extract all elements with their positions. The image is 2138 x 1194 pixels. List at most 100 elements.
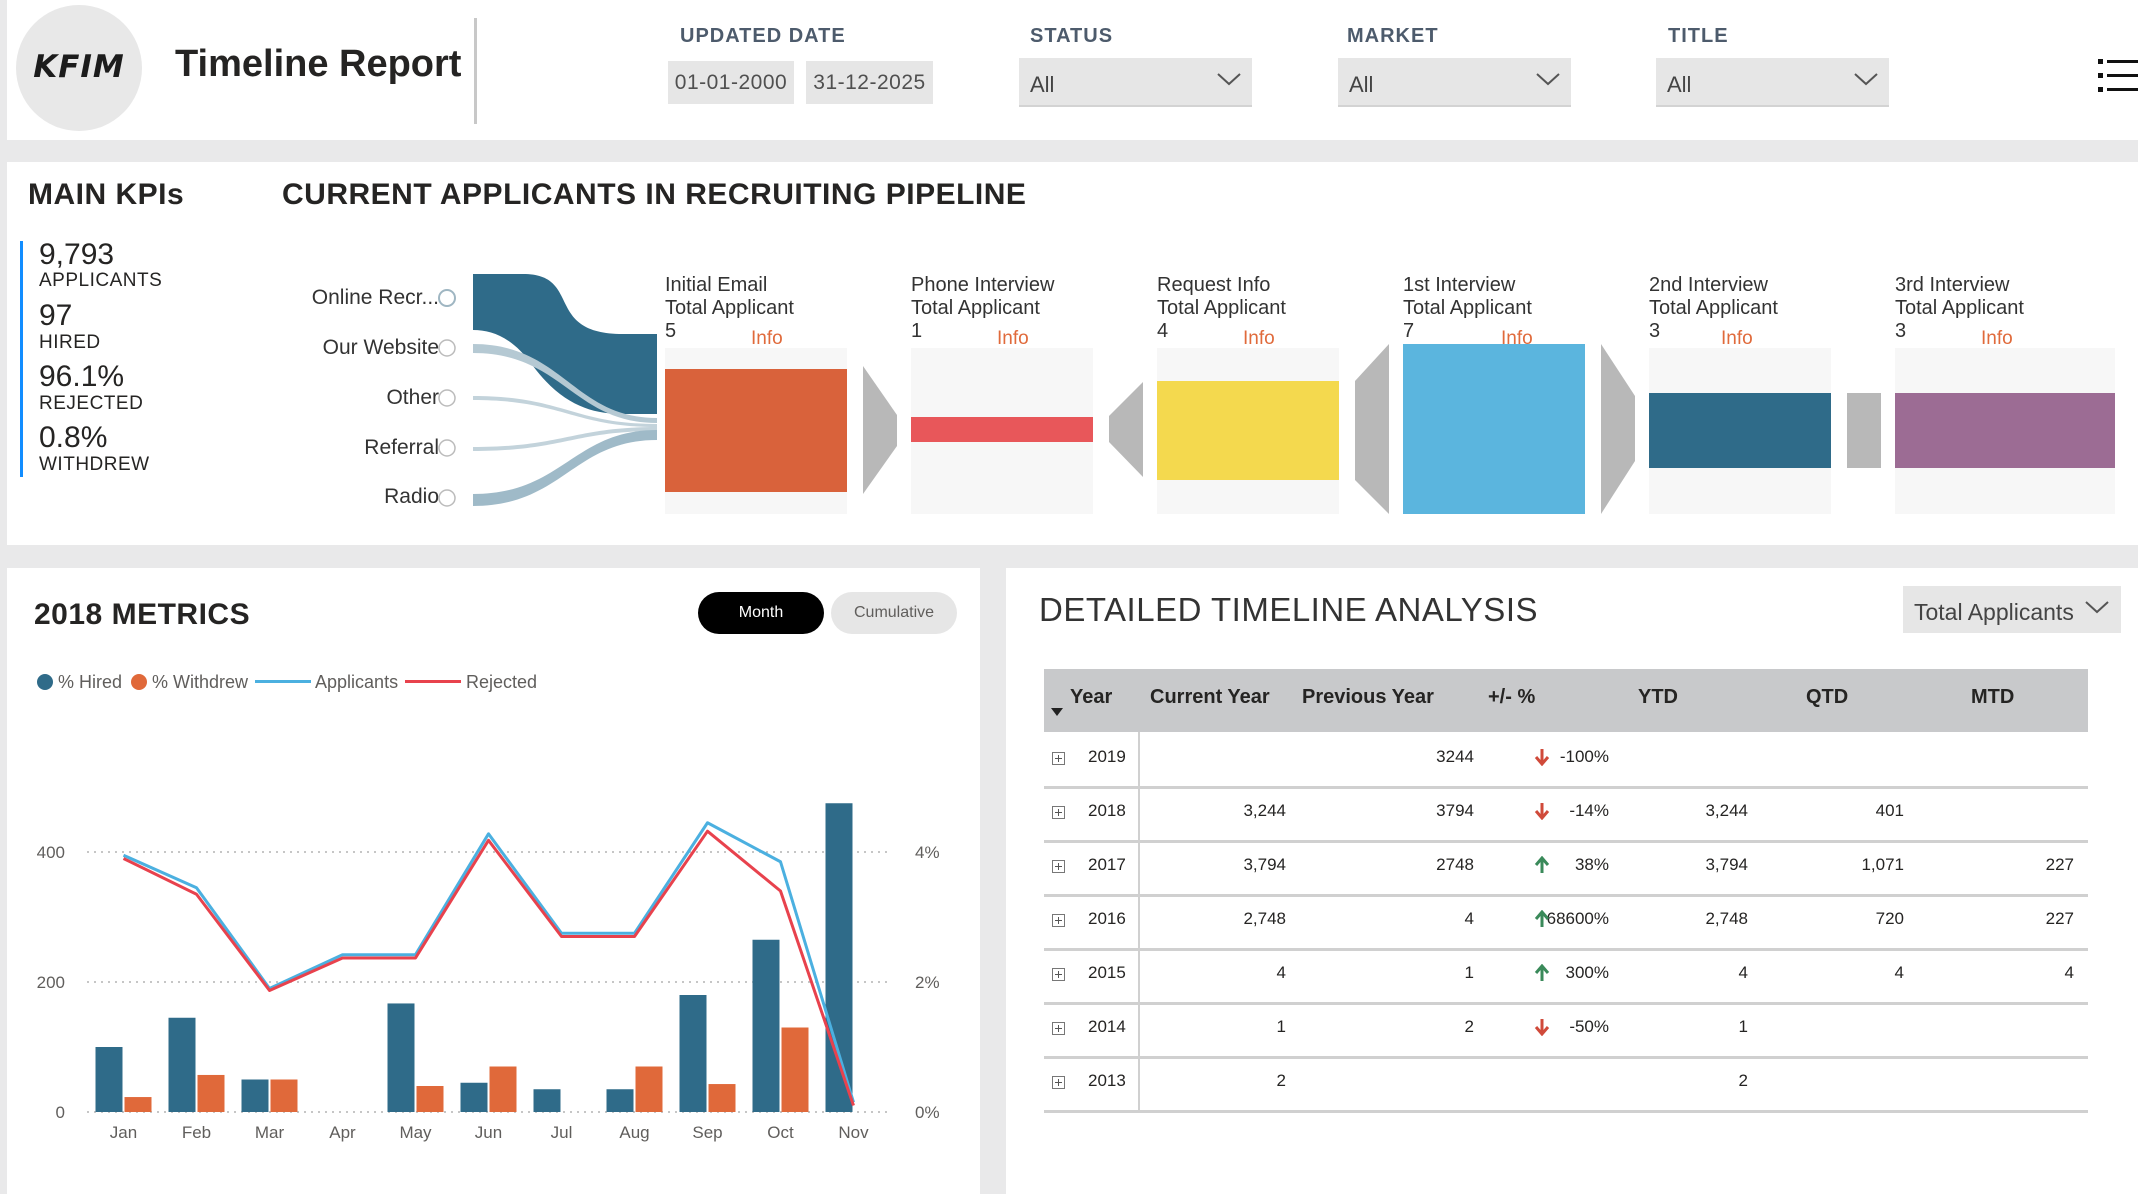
- stage-metric: Total Applicant: [911, 297, 1040, 319]
- expand-row-icon[interactable]: [1052, 968, 1065, 981]
- stage-2nd-interview-label: 2nd Interview Total Applicant 3: [1649, 274, 1778, 343]
- column-header-mtd[interactable]: MTD: [1971, 686, 2014, 709]
- stage-info-link[interactable]: Info: [1243, 328, 1275, 350]
- kpi-rejected-label: REJECTED: [39, 393, 144, 414]
- bar-withdrew[interactable]: [270, 1079, 298, 1113]
- column-separator: [1138, 732, 1140, 786]
- bar-hired[interactable]: [95, 1047, 123, 1112]
- expand-row-icon[interactable]: [1052, 860, 1065, 873]
- arrow-down-icon: [1534, 749, 1550, 766]
- measure-dropdown-value: Total Applicants: [1914, 599, 2074, 625]
- source-node-other[interactable]: [438, 389, 456, 407]
- column-header-qtd[interactable]: QTD: [1806, 686, 1848, 709]
- table-row[interactable]: 2018 3,244 3794 -14% 3,244 401: [1044, 786, 2088, 843]
- measure-dropdown[interactable]: Total Applicants: [1903, 586, 2121, 633]
- bar-withdrew[interactable]: [635, 1066, 663, 1113]
- stage-bar-initial-email[interactable]: [665, 369, 847, 492]
- cell-mtd: 227: [2045, 909, 2074, 928]
- sort-descending-icon[interactable]: [1051, 708, 1063, 716]
- table-row[interactable]: 2017 3,794 2748 38% 3,794 1,071 227: [1044, 840, 2088, 897]
- column-separator: [1138, 1056, 1140, 1110]
- column-header-year[interactable]: Year: [1070, 686, 1112, 709]
- stage-bar-1st-interview[interactable]: [1403, 344, 1585, 514]
- bar-hired[interactable]: [241, 1079, 269, 1113]
- source-node-online[interactable]: [438, 289, 456, 307]
- arrow-down-icon: [1534, 803, 1550, 820]
- stage-bar-2nd-interview[interactable]: [1649, 393, 1831, 468]
- line-rejected[interactable]: [122, 829, 855, 1106]
- bar-hired[interactable]: [460, 1082, 488, 1112]
- cell-current: 3,794: [1243, 855, 1286, 874]
- expand-row-icon[interactable]: [1052, 752, 1065, 765]
- cell-current: 3,244: [1243, 801, 1286, 820]
- y2-axis-tick-label: 4%: [915, 843, 940, 862]
- bar-withdrew[interactable]: [781, 1027, 809, 1113]
- stage-name: 2nd Interview: [1649, 274, 1768, 296]
- stage-name: Initial Email: [665, 274, 768, 296]
- bar-hired[interactable]: [168, 1017, 196, 1112]
- bar-withdrew[interactable]: [708, 1084, 736, 1112]
- kpi-hired-label: HIRED: [39, 332, 101, 353]
- stage-info-link[interactable]: Info: [751, 328, 783, 350]
- column-header-ytd[interactable]: YTD: [1638, 686, 1678, 709]
- updated-date-label: UPDATED DATE: [680, 25, 846, 47]
- bar-withdrew[interactable]: [197, 1074, 225, 1112]
- stage-name: Phone Interview: [911, 274, 1055, 296]
- bar-withdrew[interactable]: [489, 1066, 517, 1113]
- expand-row-icon[interactable]: [1052, 806, 1065, 819]
- line-applicants[interactable]: [122, 821, 855, 1103]
- stage-info-link[interactable]: Info: [1721, 328, 1753, 350]
- sankey-flow-online: [473, 274, 657, 414]
- source-node-referral[interactable]: [438, 439, 456, 457]
- x-axis-tick-label: Sep: [692, 1123, 722, 1142]
- title-dropdown[interactable]: All: [1656, 58, 1889, 107]
- x-axis-tick-label: Jan: [110, 1123, 137, 1142]
- bar-withdrew[interactable]: [124, 1097, 152, 1112]
- bar-hired[interactable]: [387, 1003, 415, 1112]
- bar-hired[interactable]: [533, 1089, 561, 1112]
- x-axis-tick-label: Mar: [255, 1123, 285, 1142]
- stage-bar-phone-interview[interactable]: [911, 417, 1093, 442]
- expand-row-icon[interactable]: [1052, 1022, 1065, 1035]
- table-row[interactable]: 2013 2 2: [1044, 1056, 2088, 1113]
- stage-phone-interview-label: Phone Interview Total Applicant 1: [911, 274, 1054, 343]
- cell-qtd: 720: [1875, 909, 1904, 928]
- cell-current: 2: [1276, 1071, 1286, 1090]
- title-dropdown-value: All: [1667, 72, 1692, 97]
- hamburger-list-icon[interactable]: [2098, 56, 2138, 96]
- stage-info-link[interactable]: Info: [1981, 328, 2013, 350]
- column-header-previous-year[interactable]: Previous Year: [1302, 686, 1434, 709]
- column-header-current-year[interactable]: Current Year: [1150, 686, 1270, 709]
- metrics-panel: 2018 METRICS Month Cumulative % Hired % …: [7, 568, 980, 1194]
- bar-withdrew[interactable]: [416, 1086, 444, 1112]
- source-node-website[interactable]: [438, 339, 456, 357]
- start-date-input[interactable]: 01-01-2000: [668, 61, 794, 104]
- stage-name: 1st Interview: [1403, 274, 1516, 296]
- cell-current: 4: [1276, 963, 1286, 982]
- end-date-input[interactable]: 31-12-2025: [806, 61, 933, 104]
- cell-ytd: 1: [1738, 1017, 1748, 1036]
- stage-metric: Total Applicant: [1403, 297, 1532, 319]
- bar-hired[interactable]: [679, 995, 707, 1112]
- chevron-down-icon: [2085, 601, 2109, 614]
- source-node-radio[interactable]: [438, 489, 456, 507]
- stage-bar-3rd-interview[interactable]: [1895, 393, 2115, 468]
- expand-row-icon[interactable]: [1052, 914, 1065, 927]
- stage-name: 3rd Interview: [1895, 274, 2010, 296]
- table-row[interactable]: 2014 1 2 -50% 1: [1044, 1002, 2088, 1059]
- stage-info-link[interactable]: Info: [997, 328, 1029, 350]
- table-row[interactable]: 2019 3244 -100%: [1044, 732, 2088, 789]
- kpi-withdrew-label: WITHDREW: [39, 454, 150, 475]
- market-dropdown[interactable]: All: [1338, 58, 1571, 107]
- bar-hired[interactable]: [752, 939, 780, 1112]
- kpi-applicants-label: APPLICANTS: [39, 270, 163, 291]
- status-dropdown[interactable]: All: [1019, 58, 1252, 107]
- table-row[interactable]: 2015 4 1 300% 4 4 4: [1044, 948, 2088, 1005]
- column-header-change-pct[interactable]: +/- %: [1488, 686, 1535, 709]
- stage-bar-request-info[interactable]: [1157, 381, 1339, 480]
- y-axis-tick-label: 0: [56, 1103, 65, 1122]
- expand-row-icon[interactable]: [1052, 1076, 1065, 1089]
- bar-hired[interactable]: [606, 1089, 634, 1112]
- table-row[interactable]: 2016 2,748 4 68600% 2,748 720 227: [1044, 894, 2088, 951]
- cell-ytd: 2: [1738, 1071, 1748, 1090]
